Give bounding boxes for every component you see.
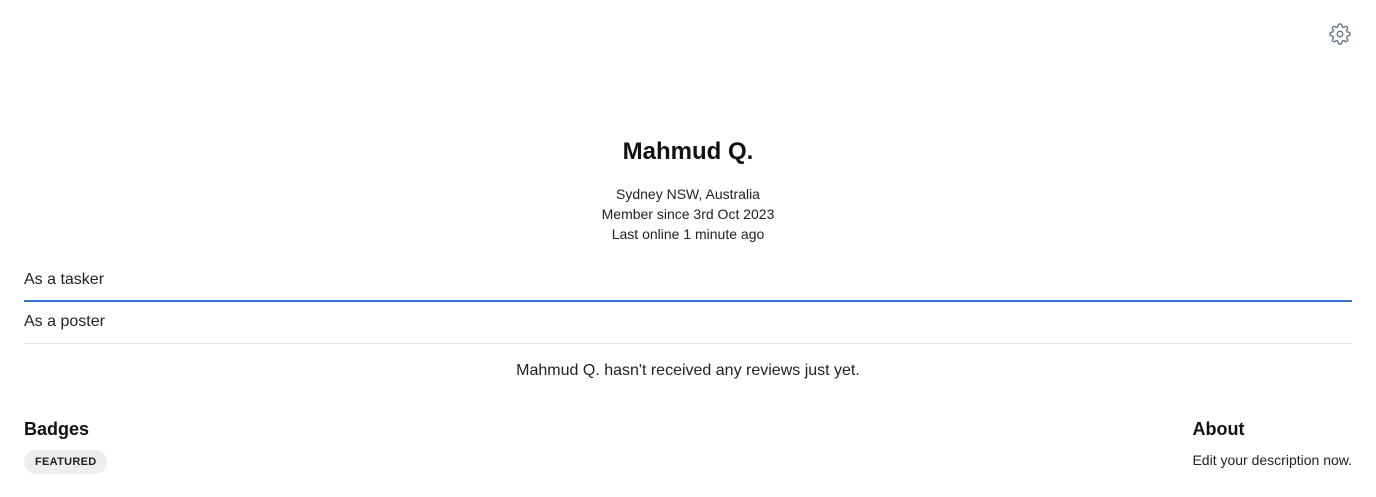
profile-page: Mahmud Q. Sydney NSW, Australia Member s… — [0, 0, 1376, 497]
profile-last-online: Last online 1 minute ago — [611, 226, 765, 242]
settings-button[interactable] — [1328, 22, 1352, 50]
gear-icon — [1329, 22, 1351, 50]
profile-summary: Mahmud Q. Sydney NSW, Australia Member s… — [0, 136, 1376, 244]
about-section: About Edit your description now. — [1192, 417, 1352, 470]
tab-as-tasker[interactable]: As a tasker — [24, 262, 1352, 302]
badges-title: Badges — [24, 419, 90, 439]
edit-description-link[interactable]: Edit your description now. — [1192, 450, 1352, 470]
reviews-empty-message: Mahmud Q. hasn't received any reviews ju… — [516, 362, 860, 379]
profile-name: Mahmud Q. — [622, 138, 754, 165]
review-role-tabs: As a tasker As a poster — [24, 262, 1352, 344]
tab-as-poster[interactable]: As a poster — [24, 304, 1352, 344]
badges-section: Badges FEATURED — [24, 417, 108, 474]
profile-location: Sydney NSW, Australia — [616, 186, 760, 202]
badge-featured: FEATURED — [24, 450, 108, 474]
profile-meta: Sydney NSW, Australia Member since 3rd O… — [0, 184, 1376, 244]
about-title: About — [1192, 419, 1245, 439]
profile-member-since: Member since 3rd Oct 2023 — [601, 206, 775, 222]
